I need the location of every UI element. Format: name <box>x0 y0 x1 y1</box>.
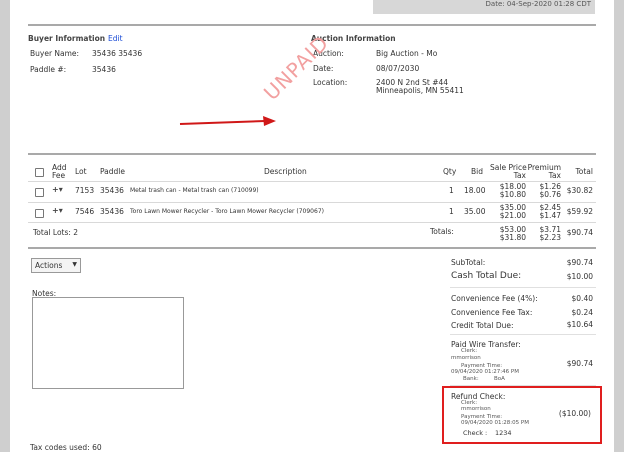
lot-description: Toro Lawn Mower Recycler - Toro Lawn Mow… <box>130 208 324 215</box>
location-line2: Minneapolis, MN 55411 <box>376 86 464 95</box>
buyer-info-heading: Buyer Information <box>28 34 106 43</box>
section-divider <box>28 247 596 249</box>
row-sale-tax: $10.80 <box>499 190 526 199</box>
window-frame-right <box>614 0 624 452</box>
wire-amount: $90.74 <box>566 359 593 368</box>
row-checkbox[interactable] <box>35 209 44 218</box>
wire-clerk-label: Clerk: <box>461 348 478 354</box>
credit-total-value: $10.64 <box>566 320 593 329</box>
col-qty: Qty <box>443 167 457 176</box>
totals-premium-tax: $2.23 <box>539 233 561 242</box>
row-premium-tax: $1.47 <box>539 211 561 220</box>
summary-divider <box>450 287 596 288</box>
red-arrow-annotation <box>179 116 276 126</box>
row-qty: 1 <box>449 207 454 216</box>
section-divider <box>28 153 596 155</box>
row-premium-tax: $0.76 <box>539 190 561 199</box>
total-lots: Total Lots: 2 <box>33 228 79 237</box>
col-paddle: Paddle <box>100 167 126 176</box>
col-description: Description <box>264 167 307 176</box>
auction-date-value: 08/07/2030 <box>376 64 420 73</box>
lots-table-header: Add Fee Lot Paddle Description Qty Bid S… <box>28 162 596 180</box>
subtotal-label: SubTotal: <box>451 258 486 267</box>
refund-time-value: 09/04/2020 01:28:05 PM <box>461 420 529 426</box>
wire-time-value: 09/04/2020 01:27:46 PM <box>451 369 519 375</box>
totals-label: Totals: <box>430 227 454 236</box>
col-bid: Bid <box>471 167 483 176</box>
credit-total-label: Credit Total Due: <box>451 321 514 330</box>
actions-label: Actions <box>35 261 63 270</box>
location-label: Location: <box>313 78 348 87</box>
date-text: Date: 04-Sep-2020 01:28 CDT <box>485 0 591 8</box>
col-add-fee-2: Fee <box>52 171 66 180</box>
select-all-checkbox[interactable] <box>35 168 44 177</box>
invoice-page: Date: 04-Sep-2020 01:28 CDT Buyer Inform… <box>23 0 602 452</box>
totals-row: Total Lots: 2 Totals: $53.00 $31.80 $3.7… <box>28 222 596 245</box>
add-fee-dropdown[interactable]: +▾ <box>52 206 63 215</box>
row-paddle: 35436 <box>100 186 124 195</box>
row-total: $30.82 <box>566 186 593 195</box>
auction-value: Big Auction - Mo <box>376 49 438 58</box>
table-row: +▾ 7153 35436 Metal trash can - Metal tr… <box>28 181 596 200</box>
col-total: Total <box>575 167 593 176</box>
convenience-fee-label: Convenience Fee (4%): <box>451 294 538 303</box>
row-bid: 18.00 <box>464 186 486 195</box>
buyer-edit-link[interactable]: Edit <box>108 34 123 43</box>
lot-number: 7546 <box>75 207 95 216</box>
subtotal-value: $90.74 <box>566 258 593 267</box>
buyer-name-value: 35436 35436 <box>92 49 143 58</box>
col-sale-price-2: Tax <box>513 171 526 180</box>
refund-check-number: 1234 <box>495 429 512 437</box>
add-fee-dropdown[interactable]: +▾ <box>52 185 63 194</box>
tax-codes-text: Tax codes used: 60 <box>30 443 102 452</box>
totals-total: $90.74 <box>566 228 593 237</box>
section-divider <box>28 24 596 26</box>
row-bid: 35.00 <box>464 207 486 216</box>
lot-description: Metal trash can - Metal trash can (71009… <box>130 187 259 194</box>
col-lot: Lot <box>75 167 87 176</box>
auction-date-label: Date: <box>313 64 334 73</box>
row-total: $59.92 <box>566 207 593 216</box>
refund-check-label: Refund Check: <box>451 392 506 401</box>
wire-bank-value: BoA <box>494 376 505 382</box>
date-banner: Date: 04-Sep-2020 01:28 CDT <box>373 0 595 14</box>
convenience-tax-value: $0.24 <box>571 308 593 317</box>
table-row: +▾ 7546 35436 Toro Lawn Mower Recycler -… <box>28 202 596 221</box>
chevron-down-icon: ▼ <box>72 261 77 268</box>
actions-dropdown[interactable]: Actions ▼ <box>31 258 81 273</box>
cash-total-value: $10.00 <box>566 272 593 281</box>
refund-check-number-label: Check : <box>463 429 488 437</box>
col-premium-2: Tax <box>548 171 561 180</box>
buyer-name-label: Buyer Name: <box>30 49 80 58</box>
summary-divider <box>450 334 596 335</box>
paddle-value: 35436 <box>92 65 116 74</box>
lot-number: 7153 <box>75 186 95 195</box>
refund-amount: ($10.00) <box>558 409 591 418</box>
wire-clerk-value: mmorrison <box>451 355 481 361</box>
convenience-fee-value: $0.40 <box>571 294 593 303</box>
notes-textarea[interactable] <box>32 297 184 389</box>
row-checkbox[interactable] <box>35 188 44 197</box>
row-qty: 1 <box>449 186 454 195</box>
paddle-label: Paddle #: <box>30 65 67 74</box>
row-paddle: 35436 <box>100 207 124 216</box>
row-sale-tax: $21.00 <box>499 211 526 220</box>
window-frame-left <box>0 0 10 452</box>
cash-total-label: Cash Total Due: <box>451 271 522 281</box>
refund-clerk-value: mmorrison <box>461 406 491 412</box>
wire-bank-label: Bank: <box>463 376 479 382</box>
totals-sale-tax: $31.80 <box>499 233 526 242</box>
convenience-tax-label: Convenience Fee Tax: <box>451 308 533 317</box>
